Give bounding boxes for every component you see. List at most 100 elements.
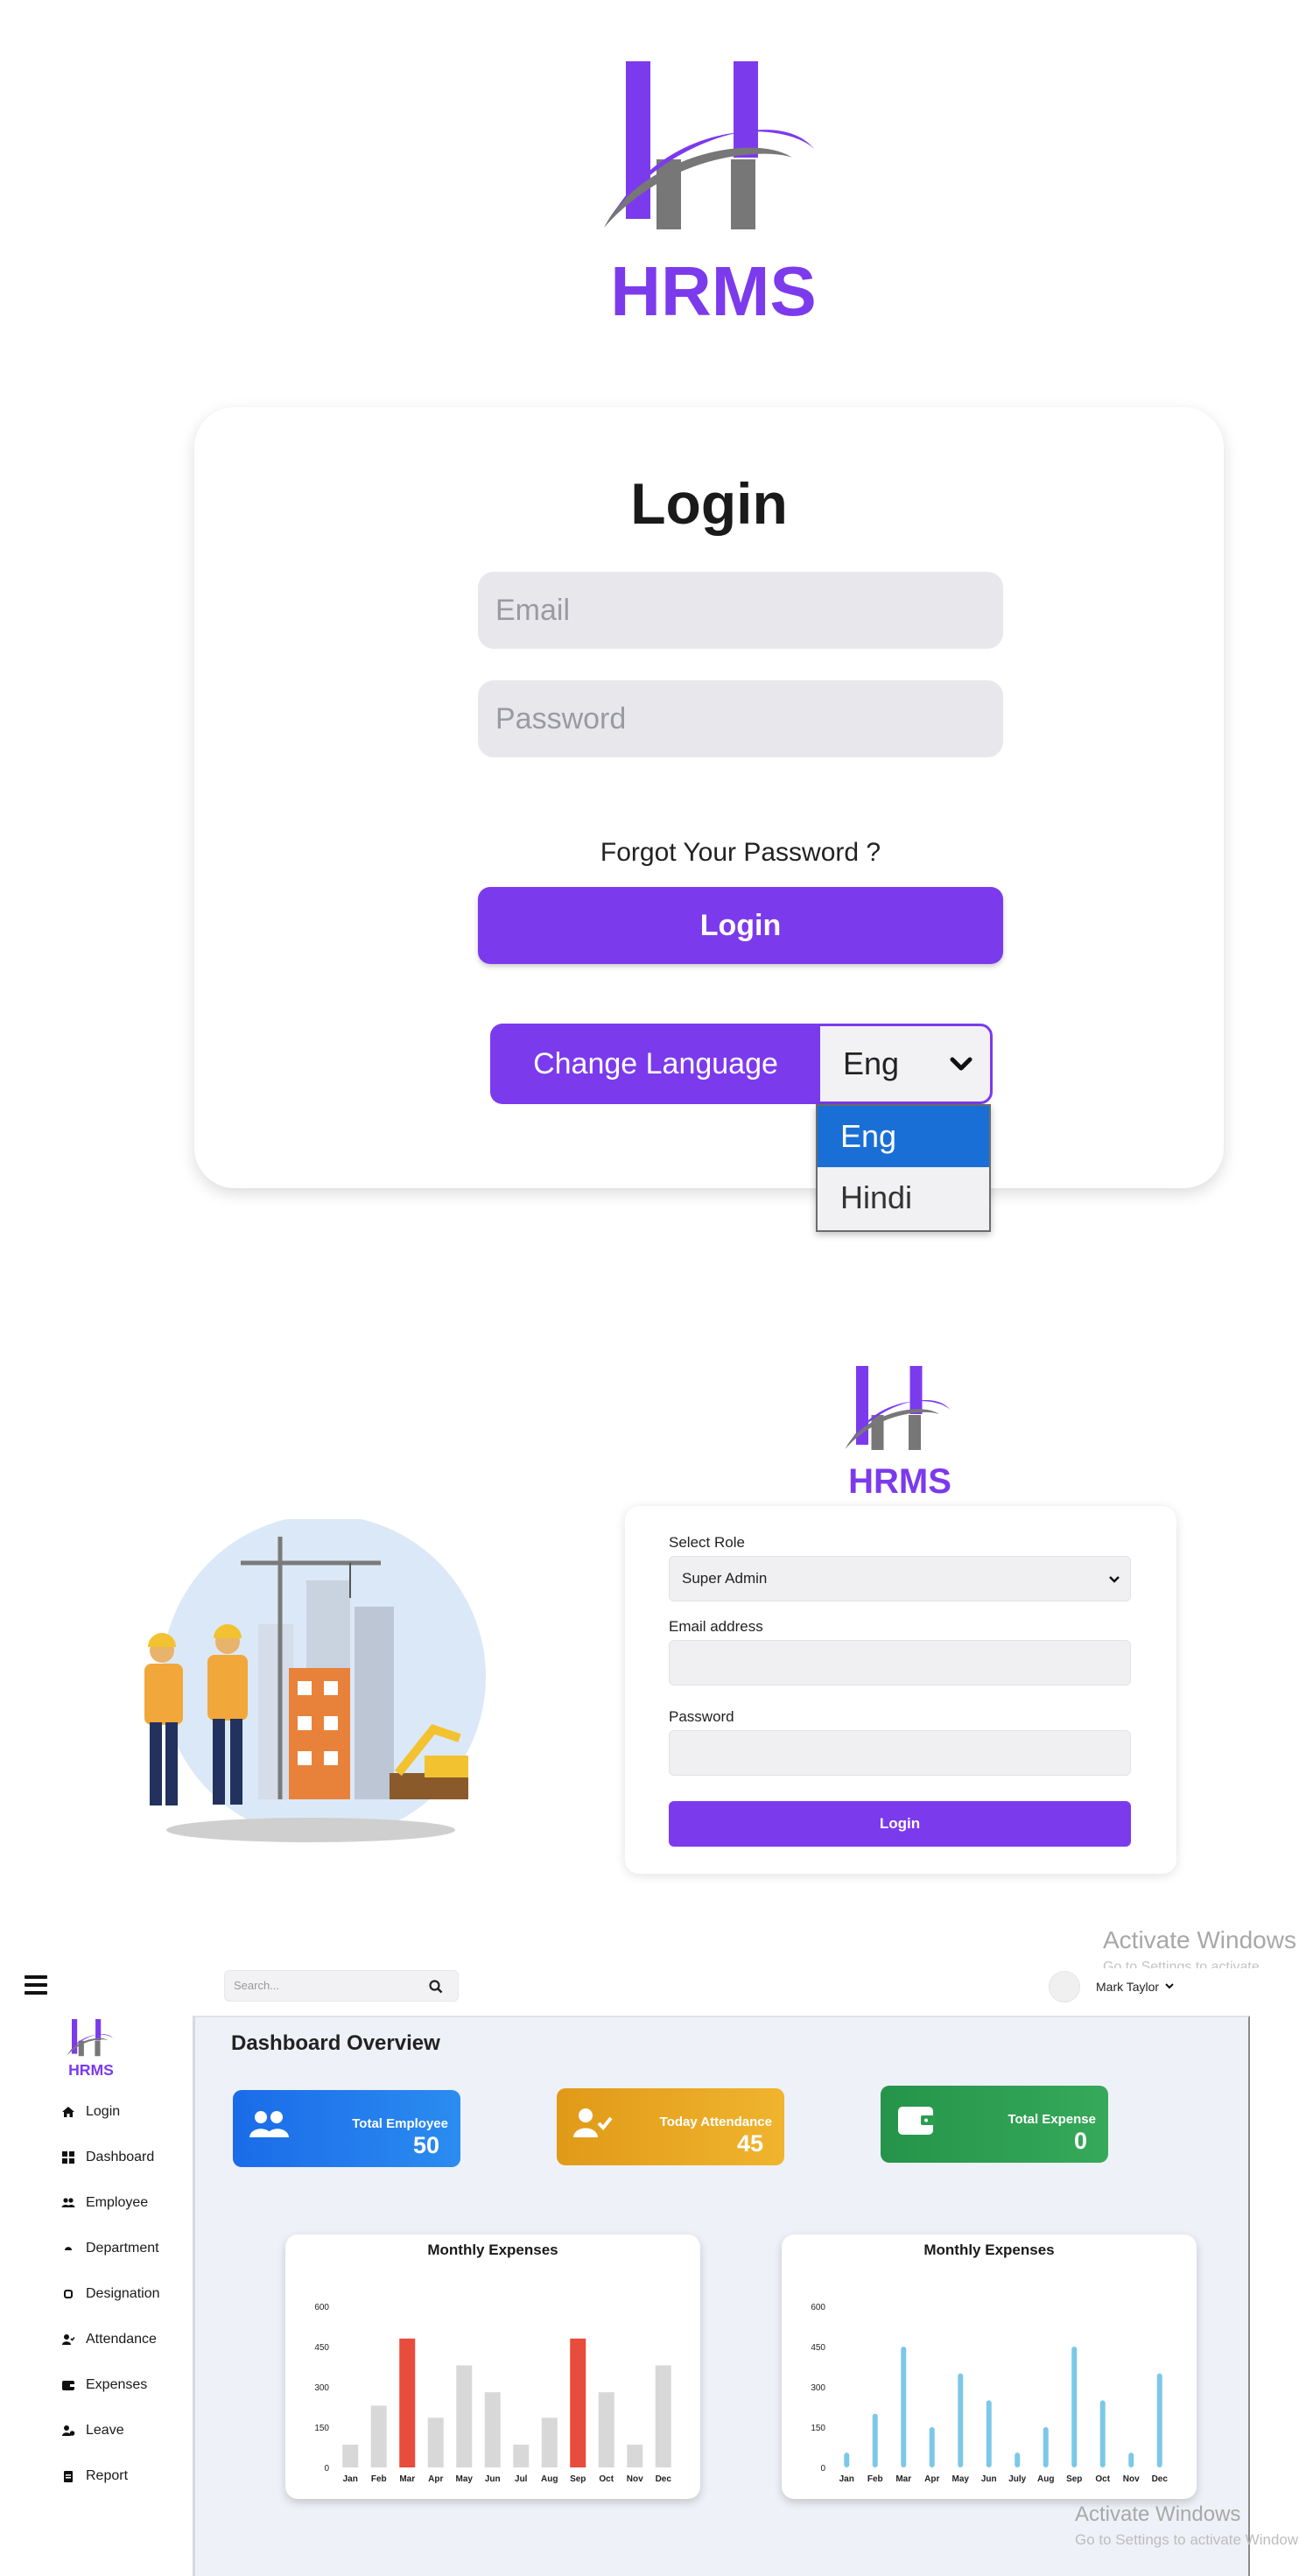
bar-chart: 0 150 300 450 600 Jan Feb Mar Apr May Jun Jul Aug Sep… (314, 2303, 672, 2484)
sidebar-item-label: Leave (86, 2423, 124, 2438)
x-tick-label: Apr (428, 2474, 443, 2484)
bar-sep[interactable] (1071, 2347, 1078, 2467)
stat-card-today-attendance[interactable]: Today Attendance 45 (557, 2088, 784, 2165)
x-tick-label: Oct (599, 2474, 614, 2484)
stat-label: Total Expense (1008, 2112, 1096, 2127)
wallet-icon (898, 2107, 935, 2135)
bar-dec[interactable] (655, 2365, 671, 2467)
bar-oct[interactable] (598, 2392, 614, 2467)
bar-mar[interactable] (399, 2338, 416, 2467)
chevron-down-icon (1109, 1576, 1120, 1583)
language-select[interactable]: Eng (818, 1024, 993, 1104)
logo-text: HRMS (68, 2061, 114, 2077)
sidebar-item-login[interactable]: Login (61, 2099, 120, 2125)
y-tick-label: 0 (324, 2464, 329, 2474)
x-tick-label: Mar (399, 2474, 415, 2484)
sidebar-item-report[interactable]: Report (61, 2463, 128, 2489)
bar-jan[interactable] (342, 2444, 359, 2467)
bar-nov[interactable] (627, 2444, 643, 2467)
y-tick-label: 150 (811, 2424, 825, 2433)
sidebar-item-label: Dashboard (86, 2150, 155, 2164)
grid-icon (62, 2151, 74, 2164)
search-input[interactable]: Search... (224, 1970, 459, 2002)
stat-card-total-employee[interactable]: Total Employee 50 (233, 2090, 460, 2167)
stat-value: 50 (412, 2132, 439, 2158)
logo-text: HRMS (610, 252, 817, 324)
x-tick-label: Jun (981, 2474, 997, 2484)
x-tick-label: Dec (1152, 2474, 1169, 2484)
bar-mar[interactable] (901, 2347, 907, 2467)
sidebar-item-dashboard[interactable]: Dashboard (61, 2144, 154, 2171)
bar-apr[interactable] (929, 2427, 935, 2467)
construction-illustration (144, 1519, 486, 1842)
sidebar-item-leave[interactable]: Leave (61, 2418, 124, 2444)
chevron-down-icon[interactable] (1164, 1981, 1175, 1991)
search-placeholder: Search... (234, 1979, 280, 1992)
bar-may[interactable] (958, 2373, 964, 2467)
y-tick-label: 300 (811, 2383, 825, 2393)
bar-feb[interactable] (370, 2405, 387, 2467)
users-icon (61, 2198, 75, 2207)
stat-card-total-expense[interactable]: Total Expense 0 (881, 2086, 1108, 2163)
chart-title: Monthly Expenses (923, 2242, 1055, 2258)
login-form-card: Select Role Super Admin Email address Pa… (625, 1506, 1176, 1874)
bar-jun[interactable] (986, 2400, 992, 2467)
email-input[interactable] (478, 572, 1003, 649)
bar-feb[interactable] (872, 2413, 878, 2467)
role-label: Select Role (669, 1534, 745, 1551)
sidebar-item-label: Employee (86, 2195, 149, 2210)
sidebar-item-attendance[interactable]: Attendance (61, 2326, 157, 2353)
x-tick-label: July (1008, 2474, 1026, 2484)
avatar[interactable] (1049, 1971, 1080, 2002)
hamburger-menu-icon[interactable] (25, 1975, 47, 1995)
bar-may[interactable] (456, 2365, 473, 2467)
role-select[interactable]: Super Admin (669, 1556, 1131, 1601)
hrms-logo: HRMS (604, 61, 817, 324)
building-icon (65, 2247, 72, 2250)
stat-label: Today Attendance (659, 2115, 772, 2129)
bar-oct[interactable] (1099, 2400, 1106, 2467)
bar-dec[interactable] (1156, 2373, 1162, 2467)
forgot-password-link[interactable]: Forgot Your Password ? (478, 838, 1003, 868)
home-icon (62, 2107, 74, 2117)
sidebar-item-label: Report (86, 2468, 129, 2483)
sidebar-item-department[interactable]: Department (61, 2235, 159, 2262)
y-tick-label: 450 (811, 2343, 825, 2353)
language-option-eng[interactable]: Eng (818, 1106, 989, 1167)
sidebar-item-label: Designation (86, 2286, 160, 2301)
x-tick-label: Dec (656, 2474, 672, 2484)
bar-nov[interactable] (1128, 2453, 1134, 2467)
login-card: Login Forgot Your Password ? Login Chang… (194, 407, 1224, 1188)
user-name[interactable]: Mark Taylor (1096, 1980, 1159, 1994)
x-tick-label: May (952, 2474, 970, 2484)
language-option-hindi[interactable]: Hindi (818, 1167, 989, 1228)
x-tick-label: Feb (867, 2474, 883, 2484)
sidebar-item-employee[interactable]: Employee (61, 2190, 148, 2216)
logo-text: HRMS (848, 1462, 951, 1497)
bar-apr[interactable] (427, 2418, 444, 2467)
x-tick-label: Oct (1095, 2474, 1110, 2484)
activate-windows-subtitle: Go to Settings to activate Window (1075, 2531, 1299, 2548)
activate-windows-title: Activate Windows (1103, 1926, 1296, 1953)
login-button[interactable]: Login (669, 1801, 1131, 1847)
bar-jul[interactable] (513, 2444, 530, 2467)
email-field[interactable] (669, 1640, 1131, 1686)
user-check-icon (573, 2108, 613, 2137)
bar-july[interactable] (1015, 2453, 1021, 2467)
password-input[interactable] (478, 680, 1003, 757)
x-tick-label: Sep (1066, 2474, 1082, 2484)
bar-aug[interactable] (541, 2418, 558, 2467)
search-icon[interactable] (428, 1979, 444, 1995)
bar-sep[interactable] (570, 2338, 586, 2467)
login-button[interactable]: Login (478, 887, 1003, 964)
bar-jun[interactable] (484, 2392, 501, 2467)
bar-jan[interactable] (844, 2453, 850, 2467)
y-tick-label: 450 (314, 2343, 329, 2353)
clipboard-icon (64, 2471, 73, 2482)
password-field[interactable] (669, 1730, 1131, 1776)
bar-aug[interactable] (1043, 2427, 1049, 2467)
sidebar-item-designation[interactable]: Designation (61, 2281, 160, 2307)
sidebar-item-expenses[interactable]: Expenses (61, 2372, 147, 2398)
chart-title: Monthly Expenses (427, 2242, 558, 2258)
user-clock-icon (62, 2425, 75, 2436)
